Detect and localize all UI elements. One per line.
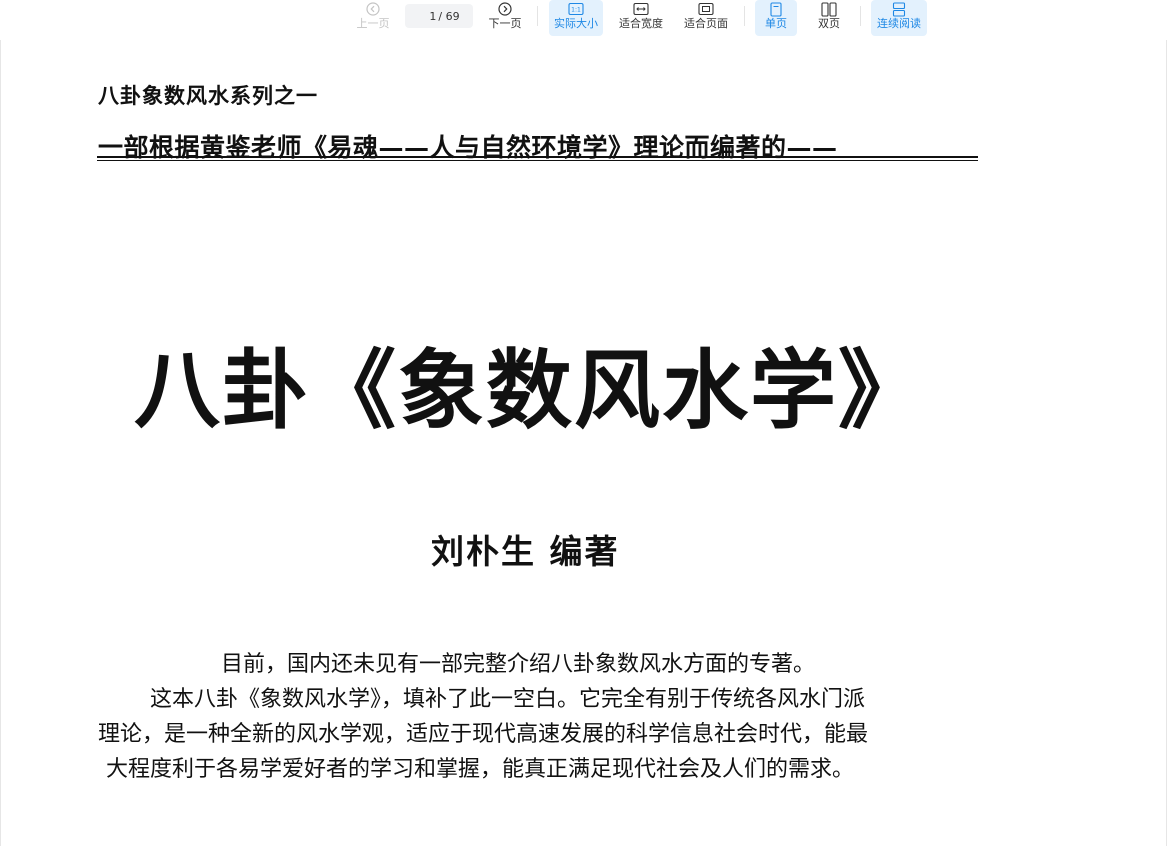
- next-page-label: 下一页: [488, 17, 522, 30]
- chevron-left-circle-icon: [365, 1, 381, 17]
- intro-line: 理论，是一种全新的风水学观，适应于现代高速发展的科学信息社会时代，能最: [98, 722, 869, 747]
- viewer-toolbar: 上一页 / 69 下一页 1:1 实际大小 适合宽度 适合页面 单页: [0, 0, 1169, 40]
- fit-page-icon: [698, 1, 714, 17]
- page-indicator: / 69: [405, 4, 473, 28]
- actual-size-icon-text: 1:1: [571, 7, 581, 14]
- fit-width-icon: [633, 1, 649, 17]
- subtitle-underline: [97, 156, 978, 158]
- series-heading: 八卦象数风水系列之一: [98, 83, 318, 108]
- page-total: / 69: [438, 9, 460, 23]
- actual-size-icon: 1:1: [568, 1, 584, 17]
- document-viewer[interactable]: 八卦象数风水系列之一 一部根据黄鉴老师《易魂——人与自然环境学》理论而编著的——…: [0, 40, 1169, 846]
- fit-page-button[interactable]: 适合页面: [679, 0, 733, 36]
- chevron-right-circle-icon: [497, 1, 513, 17]
- toolbar-divider: [744, 6, 745, 26]
- author-line: 刘朴生 编著: [431, 532, 620, 571]
- fit-width-label: 适合宽度: [619, 17, 663, 30]
- single-page-label: 单页: [765, 17, 787, 30]
- document-page: 八卦象数风水系列之一 一部根据黄鉴老师《易魂——人与自然环境学》理论而编著的——…: [0, 40, 1167, 846]
- toolbar-divider: [537, 6, 538, 26]
- next-page-button[interactable]: 下一页: [486, 0, 524, 36]
- toolbar-divider: [860, 6, 861, 26]
- prev-page-button[interactable]: 上一页: [354, 0, 392, 36]
- subtitle-heading: 一部根据黄鉴老师《易魂——人与自然环境学》理论而编著的——: [98, 133, 838, 162]
- continuous-reading-button[interactable]: 连续阅读: [871, 0, 927, 36]
- fit-page-label: 适合页面: [684, 17, 728, 30]
- intro-line: 大程度利于各易学爱好者的学习和掌握，能真正满足现代社会及人们的需求。: [106, 757, 855, 782]
- fit-width-button[interactable]: 适合宽度: [614, 0, 668, 36]
- subtitle-underline: [97, 160, 978, 161]
- single-page-button[interactable]: 单页: [755, 0, 797, 36]
- page-number-input[interactable]: [418, 9, 437, 23]
- intro-line: 这本八卦《象数风水学》，填补了此一空白。它完全有别于传统各风水门派: [150, 687, 866, 712]
- double-page-button[interactable]: 双页: [808, 0, 850, 36]
- continuous-reading-icon: [891, 1, 907, 17]
- double-page-icon: [821, 1, 837, 17]
- continuous-reading-label: 连续阅读: [877, 17, 921, 30]
- single-page-icon: [768, 1, 784, 17]
- actual-size-button[interactable]: 1:1 实际大小: [549, 0, 603, 36]
- intro-paragraph: 目前，国内还未见有一部完整介绍八卦象数风水方面的专著。 这本八卦《象数风水学》，…: [98, 647, 1001, 787]
- prev-page-label: 上一页: [356, 17, 390, 30]
- double-page-label: 双页: [818, 17, 840, 30]
- intro-line: 目前，国内还未见有一部完整介绍八卦象数风水方面的专著。: [221, 652, 816, 677]
- actual-size-label: 实际大小: [554, 17, 598, 30]
- book-title: 八卦《象数风水学》: [134, 341, 926, 441]
